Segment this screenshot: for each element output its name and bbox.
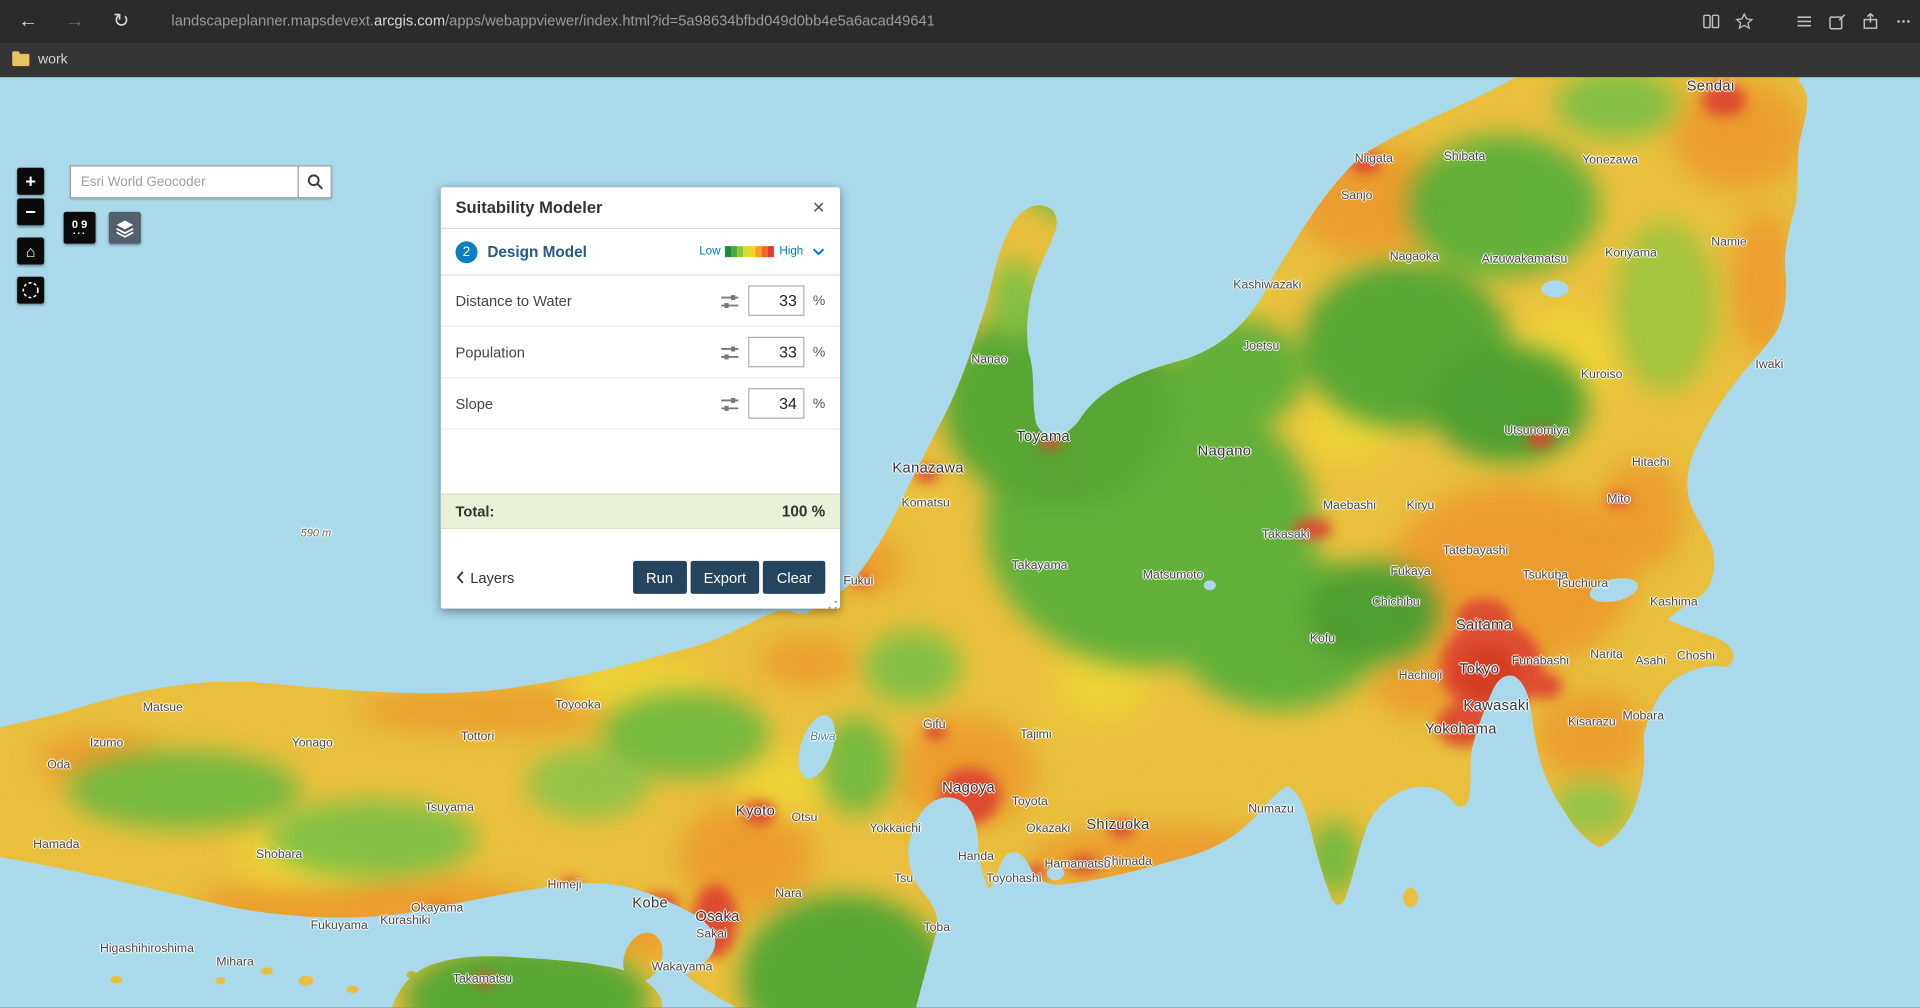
widget-09-button[interactable]: 0 9 ···: [63, 211, 96, 244]
total-value: 100 %: [781, 502, 826, 520]
panel-footer: Layers Run Export Clear: [441, 560, 840, 609]
step-number-badge: 2: [455, 240, 478, 263]
collapse-section-button[interactable]: [808, 246, 825, 257]
weight-row: Population %: [440, 327, 840, 379]
legend-high-label: High: [779, 244, 804, 259]
dashed-circle-icon: [22, 282, 39, 299]
favorites-bar: work: [0, 42, 1920, 78]
address-bar[interactable]: landscapeplanner.mapsdevext.arcgis.com/a…: [171, 0, 934, 43]
share-icon[interactable]: [1854, 0, 1887, 43]
url-prefix: landscapeplanner.mapsdevext.: [171, 12, 375, 30]
folder-icon: [12, 51, 30, 67]
step-row: 2 Design Model Low High: [440, 229, 840, 276]
zoom-in-button[interactable]: +: [17, 167, 45, 195]
search-button[interactable]: [297, 165, 332, 199]
annotate-icon[interactable]: [1821, 0, 1854, 43]
url-domain: arcgis.com: [374, 12, 446, 30]
widget-09-dots: ···: [72, 227, 87, 239]
panel-title: Suitability Modeler: [455, 198, 603, 217]
map-canvas[interactable]: [0, 77, 1920, 1008]
favorites-folder-label: work: [37, 52, 68, 68]
weight-label: Slope: [455, 394, 494, 413]
sliders-icon[interactable]: [720, 394, 740, 414]
run-button[interactable]: Run: [632, 560, 687, 594]
url-path: /apps/webappviewer/index.html?id=5a98634…: [445, 12, 935, 30]
layers-link-label: Layers: [470, 568, 515, 586]
geocoder-search: [69, 165, 332, 199]
clear-button[interactable]: Clear: [763, 560, 826, 594]
sliders-icon[interactable]: [720, 291, 740, 311]
favorites-star-icon[interactable]: [1728, 0, 1761, 43]
percent-unit: %: [812, 396, 826, 411]
panel-header: Suitability Modeler ✕: [440, 187, 840, 229]
more-options-icon[interactable]: [1887, 0, 1920, 43]
browser-chrome: ← → ↻ landscapeplanner.mapsdevext.arcgis…: [0, 0, 1920, 43]
search-input[interactable]: [69, 165, 298, 199]
layers-button[interactable]: [108, 211, 141, 244]
percent-unit: %: [812, 344, 826, 360]
weight-row: Slope %: [440, 378, 840, 430]
home-extent-button[interactable]: ⌂: [17, 237, 45, 265]
weight-row: Distance to Water %: [440, 276, 840, 327]
suitability-legend: Low High: [699, 245, 825, 258]
total-label: Total:: [455, 502, 495, 520]
step-label: Design Model: [487, 243, 587, 261]
legend-color-ramp: [725, 246, 775, 258]
extent-circle-button[interactable]: [17, 276, 45, 304]
weight-input[interactable]: [747, 336, 805, 368]
weight-label: Population: [455, 343, 525, 361]
chevron-down-icon: [812, 248, 825, 256]
zoom-out-button[interactable]: −: [17, 198, 45, 226]
forward-button[interactable]: →: [56, 0, 93, 43]
layers-icon: [116, 220, 134, 238]
close-button[interactable]: ✕: [812, 200, 825, 216]
hub-icon[interactable]: [1788, 0, 1821, 43]
chevron-left-icon: [456, 571, 464, 584]
weight-input[interactable]: [747, 388, 805, 419]
browser-window: ← → ↻ landscapeplanner.mapsdevext.arcgis…: [0, 0, 1920, 1008]
percent-unit: %: [812, 293, 826, 308]
back-to-layers-link[interactable]: Layers: [456, 568, 515, 586]
favorites-folder-work[interactable]: work: [12, 49, 68, 71]
search-icon: [307, 174, 323, 190]
total-row: Total: 100 %: [440, 493, 840, 529]
weight-label: Distance to Water: [455, 292, 572, 310]
sliders-icon[interactable]: [720, 342, 740, 362]
browser-toolbar-icons: [1695, 0, 1920, 43]
back-button[interactable]: ←: [10, 0, 47, 43]
refresh-button[interactable]: ↻: [103, 0, 140, 43]
resize-handle[interactable]: [828, 596, 838, 610]
suitability-raster-map: [0, 77, 1920, 1008]
weight-input[interactable]: [747, 285, 805, 316]
legend-low-label: Low: [699, 244, 721, 259]
export-button[interactable]: Export: [690, 560, 760, 594]
suitability-modeler-panel: Suitability Modeler ✕ 2 Design Model Low…: [440, 187, 840, 610]
reading-view-icon[interactable]: [1695, 0, 1728, 43]
